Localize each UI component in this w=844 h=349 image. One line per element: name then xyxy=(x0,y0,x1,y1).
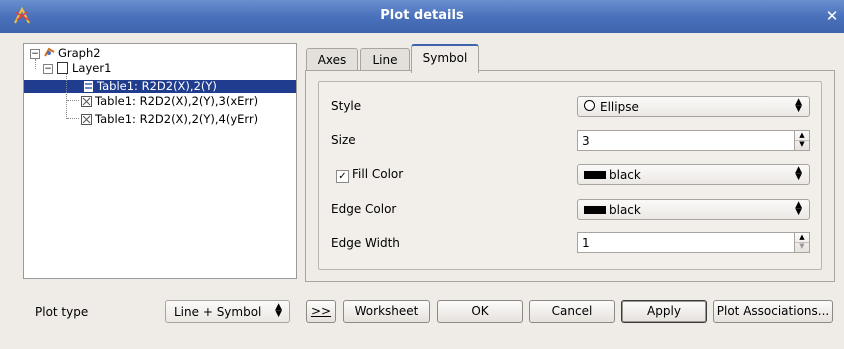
apply-button[interactable]: Apply xyxy=(621,300,707,323)
error-bar-icon xyxy=(81,96,92,107)
worksheet-button[interactable]: Worksheet xyxy=(343,300,430,323)
edge-color-combo[interactable]: black ▲ ▼ xyxy=(577,199,810,220)
edge-width-label: Edge Width xyxy=(331,236,400,250)
spin-down-icon[interactable]: ▼ xyxy=(795,242,809,251)
collapse-icon[interactable]: − xyxy=(30,49,40,59)
size-spinbox[interactable]: 3 ▲ ▼ xyxy=(577,130,810,151)
more-button[interactable]: >> xyxy=(306,300,336,323)
graph-icon xyxy=(44,47,55,57)
updown-icon: ▲ ▼ xyxy=(795,165,802,182)
symbol-group: Style Ellipse ▲ ▼ Size 3 ▲ ▼ ✓ Fill Color… xyxy=(318,81,822,270)
edge-color-label: Edge Color xyxy=(331,202,397,216)
plot-tree[interactable]: − Graph2 − Layer1 Table1: R2D2(X),2(Y) T… xyxy=(23,43,297,279)
updown-icon: ▲ ▼ xyxy=(275,302,282,319)
plot-type-combo[interactable]: Line + Symbol ▲ ▼ xyxy=(165,300,290,323)
spin-down-icon[interactable]: ▼ xyxy=(795,140,809,149)
tab-line[interactable]: Line xyxy=(360,48,410,71)
style-label: Style xyxy=(331,99,362,113)
updown-icon: ▲ ▼ xyxy=(795,97,802,114)
collapse-icon[interactable]: − xyxy=(43,64,53,74)
layer-icon xyxy=(57,62,68,74)
edge-width-spinbox[interactable]: 1 ▲ ▼ xyxy=(577,232,810,253)
fill-color-label: Fill Color xyxy=(352,167,404,181)
ok-button[interactable]: OK xyxy=(437,300,523,323)
symbol-panel: Style Ellipse ▲ ▼ Size 3 ▲ ▼ ✓ Fill Color… xyxy=(305,70,835,282)
cancel-button[interactable]: Cancel xyxy=(529,300,615,323)
tree-item-curve-selected[interactable]: Table1: R2D2(X),2(Y) xyxy=(24,80,296,93)
fill-color-combo[interactable]: black ▲ ▼ xyxy=(577,164,810,185)
color-swatch xyxy=(584,171,606,179)
ellipse-icon xyxy=(584,100,595,111)
table-icon xyxy=(84,81,93,92)
style-combo[interactable]: Ellipse ▲ ▼ xyxy=(577,96,810,117)
tab-symbol[interactable]: Symbol xyxy=(411,44,479,73)
tab-axes[interactable]: Axes xyxy=(306,48,358,71)
plot-associations-button[interactable]: Plot Associations... xyxy=(713,300,833,323)
fill-color-checkbox[interactable]: ✓ xyxy=(336,170,349,183)
title-bar: Plot details ✕ xyxy=(0,0,844,33)
size-label: Size xyxy=(331,133,356,147)
window-title: Plot details xyxy=(380,8,464,23)
close-icon[interactable]: ✕ xyxy=(824,7,840,25)
plot-type-label: Plot type xyxy=(35,305,89,319)
plot-details-dialog: Plot details ✕ − Graph2 − Layer1 Table1:… xyxy=(0,0,844,349)
error-bar-icon xyxy=(81,114,92,125)
color-swatch xyxy=(584,206,606,214)
updown-icon: ▲ ▼ xyxy=(795,200,802,217)
